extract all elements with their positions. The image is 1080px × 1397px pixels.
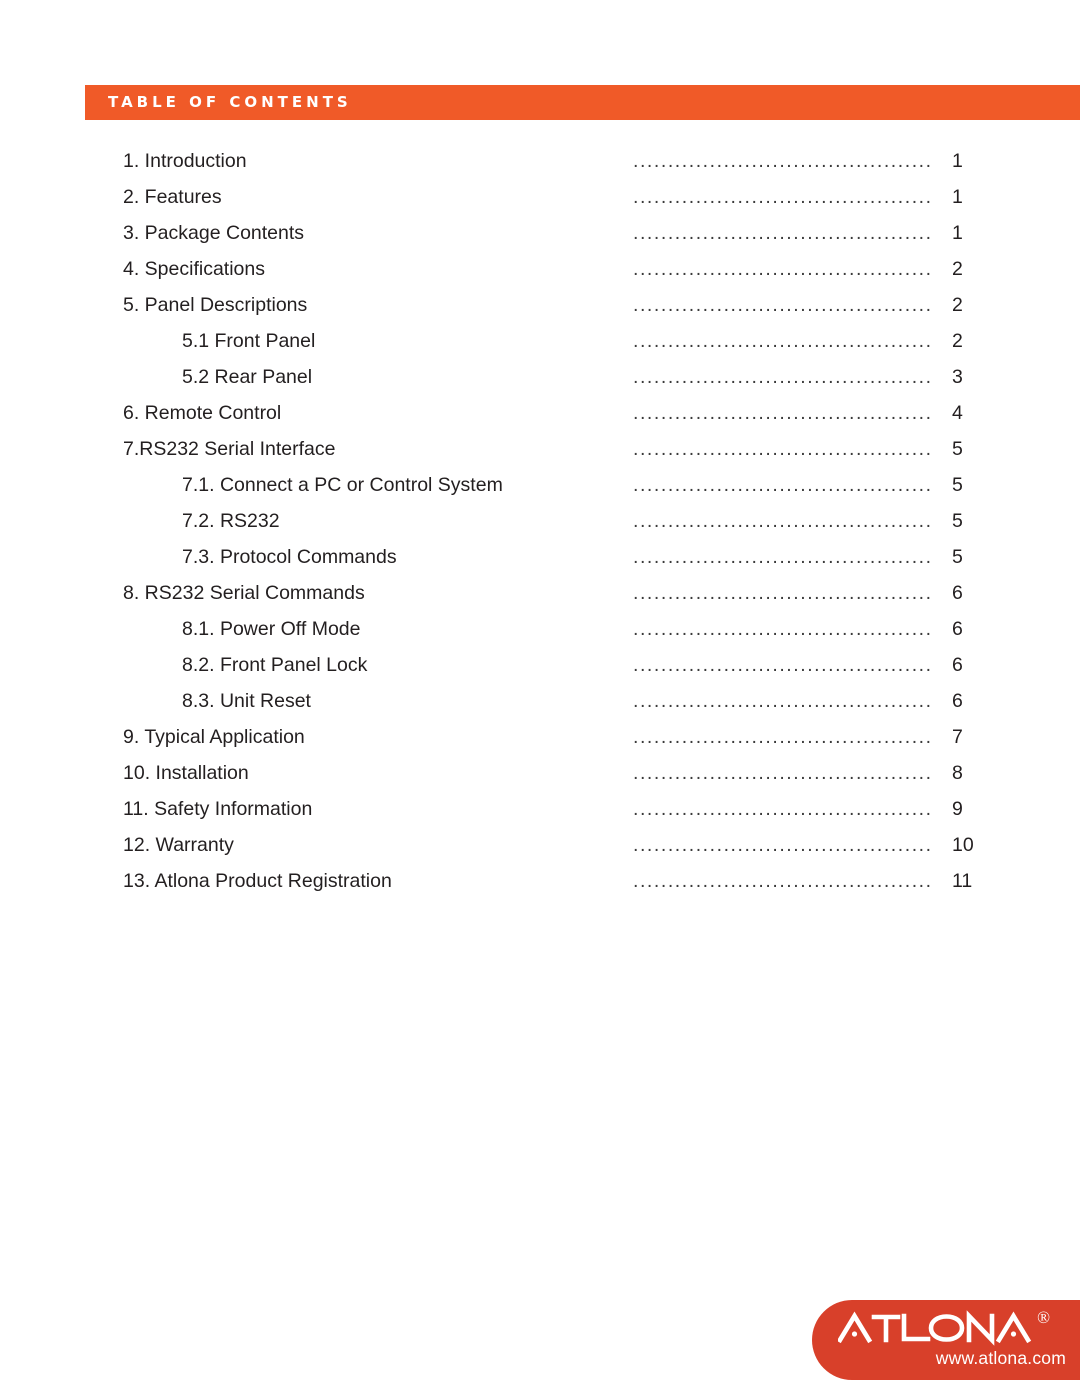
toc-leader-dots: ........................................… (633, 330, 931, 352)
atlona-website-url: www.atlona.com (935, 1348, 1066, 1368)
toc-leader-dots: ........................................… (633, 402, 931, 424)
toc-entry-label: 7.RS232 Serial Interface (123, 438, 336, 460)
toc-entry-label: 12. Warranty (123, 834, 234, 856)
toc-page-number: 6 (952, 654, 963, 676)
toc-page-number: 7 (952, 726, 963, 748)
toc-entry[interactable]: 4. Specifications.......................… (0, 251, 1080, 287)
registered-trademark-icon: ® (1037, 1308, 1050, 1327)
toc-leader-dots: ........................................… (633, 834, 931, 856)
toc-page-number: 5 (952, 474, 963, 496)
toc-leader-dots: ........................................… (633, 294, 931, 316)
toc-page-number: 6 (952, 690, 963, 712)
toc-leader-dots: ........................................… (633, 870, 931, 892)
toc-entry-label: 2. Features (123, 186, 222, 208)
toc-entry[interactable]: 1. Introduction.........................… (0, 143, 1080, 179)
toc-page-number: 2 (952, 330, 963, 352)
toc-leader-dots: ........................................… (633, 654, 931, 676)
toc-entry[interactable]: 9. Typical Application..................… (0, 719, 1080, 755)
toc-page-number: 11 (952, 870, 973, 892)
toc-entry[interactable]: 7.1. Connect a PC or Control System.....… (0, 467, 1080, 503)
toc-entry-label: 5. Panel Descriptions (123, 294, 308, 316)
toc-entry-label: 10. Installation (123, 762, 249, 784)
toc-entry[interactable]: 6. Remote Control.......................… (0, 395, 1080, 431)
toc-entry[interactable]: 8.3. Unit Reset.........................… (0, 683, 1080, 719)
toc-entry[interactable]: 7.2. RS232..............................… (0, 503, 1080, 539)
page-title: TABLE OF CONTENTS (108, 93, 352, 111)
toc-page-number: 10 (952, 834, 974, 856)
toc-entry-label: 11. Safety Information (123, 798, 313, 820)
toc-entry[interactable]: 7.RS232 Serial Interface................… (0, 431, 1080, 467)
toc-leader-dots: ........................................… (633, 186, 931, 208)
toc-entry-label: 8.2. Front Panel Lock (182, 654, 368, 676)
toc-entry-label: 6. Remote Control (123, 402, 282, 424)
toc-entry-label: 7.1. Connect a PC or Control System (182, 474, 503, 496)
toc-leader-dots: ........................................… (633, 726, 931, 748)
toc-leader-dots: ........................................… (633, 258, 931, 280)
toc-entry-label: 5.2 Rear Panel (182, 366, 313, 388)
toc-entry[interactable]: 12. Warranty............................… (0, 827, 1080, 863)
toc-entry[interactable]: 7.3. Protocol Commands..................… (0, 539, 1080, 575)
toc-entry-label: 8. RS232 Serial Commands (123, 582, 365, 604)
toc-page-number: 3 (952, 366, 963, 388)
toc-entry[interactable]: 5.2 Rear Panel..........................… (0, 359, 1080, 395)
toc-page-number: 9 (952, 798, 963, 820)
toc-page-number: 1 (952, 186, 963, 208)
toc-leader-dots: ........................................… (633, 690, 931, 712)
toc-page-number: 4 (952, 402, 963, 424)
toc-entry[interactable]: 8.1. Power Off Mode.....................… (0, 611, 1080, 647)
toc-entry-label: 7.3. Protocol Commands (182, 546, 397, 568)
atlona-logo: ® www.atlona.com (812, 1300, 1080, 1380)
toc-leader-dots: ........................................… (633, 474, 931, 496)
toc-leader-dots: ........................................… (633, 438, 931, 460)
toc-page-number: 2 (952, 258, 963, 280)
toc-entry[interactable]: 3. Package Contents.....................… (0, 215, 1080, 251)
toc-entry-label: 3. Package Contents (123, 222, 305, 244)
toc-entry[interactable]: 5.1 Front Panel.........................… (0, 323, 1080, 359)
toc-leader-dots: ........................................… (633, 582, 931, 604)
toc-entry-label: 8.1. Power Off Mode (182, 618, 361, 640)
toc-page-number: 6 (952, 582, 963, 604)
toc-entry-label: 4. Specifications (123, 258, 265, 280)
toc-page-number: 5 (952, 510, 963, 532)
toc-leader-dots: ........................................… (633, 798, 931, 820)
toc-entry-label: 13. Atlona Product Registration (123, 870, 392, 892)
toc-entry[interactable]: 8.2. Front Panel Lock...................… (0, 647, 1080, 683)
toc-page-number: 1 (952, 150, 963, 172)
toc-entry[interactable]: 13. Atlona Product Registration.........… (0, 863, 1080, 899)
toc-entry-label: 9. Typical Application (123, 726, 305, 748)
toc-entry[interactable]: 10. Installation........................… (0, 755, 1080, 791)
toc-entry[interactable]: 11. Safety Information..................… (0, 791, 1080, 827)
toc-entry-label: 5.1 Front Panel (182, 330, 316, 352)
toc-page-number: 2 (952, 294, 963, 316)
table-of-contents-list: 1. Introduction.........................… (0, 143, 1080, 899)
atlona-wordmark-icon (838, 1310, 1032, 1346)
toc-leader-dots: ........................................… (633, 618, 931, 640)
toc-entry-label: 8.3. Unit Reset (182, 690, 311, 712)
toc-page-number: 5 (952, 438, 963, 460)
atlona-wordmark: ® (838, 1308, 1058, 1348)
toc-page-number: 5 (952, 546, 963, 568)
toc-page-number: 1 (952, 222, 963, 244)
toc-leader-dots: ........................................… (633, 222, 931, 244)
toc-leader-dots: ........................................… (633, 150, 931, 172)
toc-page-number: 8 (952, 762, 963, 784)
toc-entry-label: 7.2. RS232 (182, 510, 280, 532)
table-of-contents-header-bar: TABLE OF CONTENTS (85, 85, 1080, 120)
toc-entry[interactable]: 5. Panel Descriptions...................… (0, 287, 1080, 323)
toc-leader-dots: ........................................… (633, 546, 931, 568)
toc-leader-dots: ........................................… (633, 510, 931, 532)
toc-leader-dots: ........................................… (633, 762, 931, 784)
toc-entry[interactable]: 2. Features.............................… (0, 179, 1080, 215)
toc-leader-dots: ........................................… (633, 366, 931, 388)
toc-page-number: 6 (952, 618, 963, 640)
toc-entry[interactable]: 8. RS232 Serial Commands................… (0, 575, 1080, 611)
toc-entry-label: 1. Introduction (123, 150, 247, 172)
